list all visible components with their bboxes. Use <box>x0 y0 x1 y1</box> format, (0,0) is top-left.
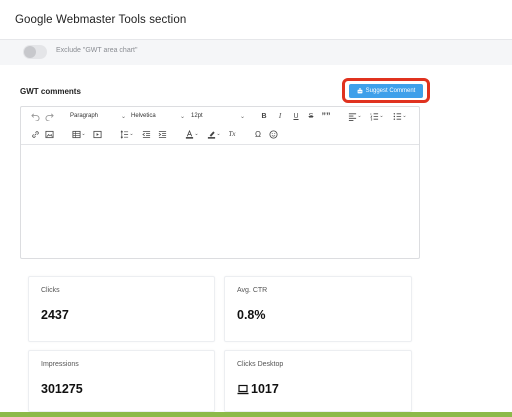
font-size-dropdown[interactable]: 12pt ⌄ <box>191 110 245 122</box>
redo-icon[interactable] <box>43 110 55 122</box>
section-header: Google Webmaster Tools section <box>0 0 512 40</box>
metric-label: Clicks Desktop <box>237 361 284 368</box>
editor-content-area[interactable] <box>21 145 419 258</box>
chevron-down-icon: ⌄ <box>379 113 384 119</box>
rich-text-editor: Paragraph ⌄ Helvetica ⌄ 12pt ⌄ B I U S ”… <box>20 106 420 259</box>
align-dropdown[interactable]: ⌄ <box>347 110 363 122</box>
exclude-toggle-label: Exclude "GWT area chart" <box>56 47 138 54</box>
robot-icon <box>357 88 363 94</box>
indent-icon <box>158 130 166 138</box>
metric-value-row: 1017 <box>237 382 279 396</box>
bold-button[interactable]: B <box>259 110 269 122</box>
suggest-comment-button[interactable]: Suggest Comment <box>349 84 423 98</box>
metric-label: Clicks <box>41 287 60 294</box>
page: Google Webmaster Tools section Exclude "… <box>0 0 512 417</box>
font-size-value: 12pt <box>191 113 203 119</box>
paragraph-dropdown-value: Paragraph <box>70 113 99 119</box>
metric-card-clicks: Clicks 2437 <box>28 276 215 342</box>
numbered-list-icon <box>370 112 379 120</box>
underline-button[interactable]: U <box>291 110 301 122</box>
special-character-button[interactable]: Ω <box>252 128 264 140</box>
italic-button[interactable]: I <box>275 110 285 122</box>
suggest-comment-label: Suggest Comment <box>365 88 416 94</box>
bullet-list-button[interactable]: ⌄ <box>392 110 408 122</box>
metric-value: 1017 <box>251 382 279 396</box>
metric-value: 301275 <box>41 382 83 396</box>
line-height-icon <box>120 129 129 139</box>
image-button[interactable] <box>43 128 55 140</box>
numbered-list-button[interactable]: ⌄ <box>369 110 385 122</box>
metric-card-clicks-desktop: Clicks Desktop 1017 <box>224 350 412 412</box>
metric-value: 2437 <box>41 308 69 322</box>
metric-label: Avg. CTR <box>237 287 268 294</box>
image-icon <box>44 130 54 138</box>
chevron-down-icon: ⌄ <box>120 113 126 120</box>
media-button[interactable] <box>91 128 103 140</box>
editor-toolbar: Paragraph ⌄ Helvetica ⌄ 12pt ⌄ B I U S ”… <box>21 107 419 145</box>
chevron-down-icon: ⌄ <box>239 113 245 120</box>
emoji-button[interactable] <box>267 128 279 140</box>
chevron-down-icon: ⌄ <box>194 131 199 137</box>
highlighter-icon <box>208 130 216 139</box>
table-button[interactable]: ⌄ <box>70 128 88 140</box>
metric-value: 0.8% <box>237 308 266 322</box>
bullet-list-icon <box>394 112 402 120</box>
chevron-down-icon: ⌄ <box>129 131 134 137</box>
metric-label: Impressions <box>41 361 79 368</box>
metric-card-avg-ctr: Avg. CTR 0.8% <box>224 276 412 342</box>
align-left-icon <box>349 112 357 121</box>
exclude-toggle[interactable] <box>23 45 47 59</box>
indent-button[interactable] <box>156 128 168 140</box>
clear-formatting-button[interactable]: Tx <box>226 128 238 140</box>
laptop-icon <box>237 384 249 394</box>
font-family-dropdown[interactable]: Helvetica ⌄ <box>131 110 185 122</box>
font-family-value: Helvetica <box>131 113 156 119</box>
chevron-down-icon: ⌄ <box>402 113 407 119</box>
strikethrough-button[interactable]: S <box>306 110 316 122</box>
section-title: Google Webmaster Tools section <box>15 14 187 26</box>
link-icon <box>31 130 39 138</box>
blockquote-button[interactable]: ”” <box>321 110 331 122</box>
media-icon <box>92 130 102 138</box>
chevron-down-icon: ⌄ <box>357 113 362 119</box>
toggle-knob <box>24 46 36 58</box>
line-height-button[interactable]: ⌄ <box>118 128 136 140</box>
paragraph-dropdown[interactable]: Paragraph ⌄ <box>70 110 126 122</box>
chevron-down-icon: ⌄ <box>81 131 86 137</box>
emoji-icon <box>268 129 278 139</box>
comments-section-label: GWT comments <box>20 87 81 96</box>
table-icon <box>72 130 81 138</box>
outdent-icon <box>141 130 150 138</box>
text-color-icon <box>186 129 194 139</box>
chevron-down-icon: ⌄ <box>216 131 221 137</box>
chevron-down-icon: ⌄ <box>179 113 185 120</box>
outdent-button[interactable] <box>140 128 152 140</box>
undo-icon[interactable] <box>29 110 41 122</box>
highlight-color-button[interactable]: ⌄ <box>205 128 223 140</box>
footer-accent-bar <box>0 412 512 417</box>
metric-card-impressions: Impressions 301275 <box>28 350 215 412</box>
link-button[interactable] <box>29 128 41 140</box>
text-color-button[interactable]: ⌄ <box>183 128 201 140</box>
